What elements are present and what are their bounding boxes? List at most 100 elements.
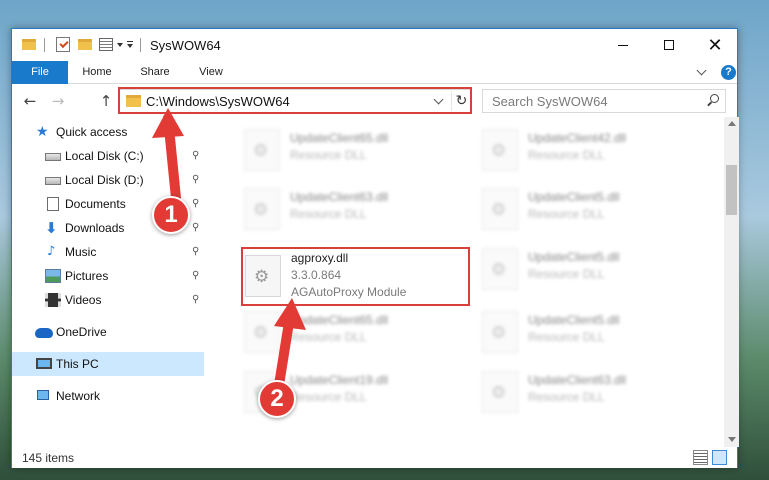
file-item-agproxy[interactable]: agproxy.dll 3.3.0.864 AGAutoProxy Module <box>245 251 475 305</box>
file-item[interactable]: UpdateClient5.dll Resource DLL <box>482 188 712 234</box>
file-name: UpdateClient65.dll <box>290 131 389 145</box>
dll-file-icon <box>482 248 518 290</box>
sidebar-item-videos[interactable]: Videos ⚲ <box>12 288 204 312</box>
file-type: Resource DLL <box>528 148 605 162</box>
dll-file-icon <box>244 188 280 230</box>
file-description: AGAutoProxy Module <box>291 285 407 299</box>
new-folder-icon[interactable] <box>78 39 92 50</box>
sidebar-item-label: Documents <box>65 197 126 211</box>
sidebar-item-onedrive[interactable]: OneDrive <box>12 320 204 344</box>
pictures-icon <box>45 269 61 283</box>
separator <box>44 38 45 52</box>
properties-check-icon[interactable] <box>56 37 70 52</box>
address-highlight-box <box>118 87 472 114</box>
pin-icon[interactable]: ⚲ <box>192 294 199 305</box>
sidebar-item-this-pc[interactable]: This PC <box>12 352 204 376</box>
file-name: UpdateClient5.dll <box>528 250 620 264</box>
file-item[interactable]: UpdateClient65.dll Resource DLL <box>244 129 474 175</box>
file-name: UpdateClient5.dll <box>528 313 620 327</box>
sidebar-item-network[interactable]: Network <box>12 384 204 408</box>
onedrive-icon <box>35 328 53 338</box>
close-button[interactable]: ✕ <box>692 29 738 61</box>
scroll-up-icon[interactable] <box>728 121 736 126</box>
sidebar-item-label: Downloads <box>65 221 125 235</box>
step-badge-1: 1 <box>152 196 190 234</box>
maximize-icon <box>664 40 674 50</box>
dll-file-icon <box>245 255 281 297</box>
minimize-icon <box>618 44 628 46</box>
sidebar-item-label: Quick access <box>56 125 128 139</box>
sidebar-item-quick-access[interactable]: ★ Quick access <box>12 120 204 144</box>
dll-file-icon <box>244 129 280 171</box>
sidebar-item-label: OneDrive <box>56 325 107 339</box>
search-icon[interactable] <box>707 94 719 105</box>
help-icon[interactable]: ? <box>721 65 736 80</box>
file-version: 3.3.0.864 <box>291 268 342 282</box>
file-name: agproxy.dll <box>291 251 349 265</box>
window-title: SysWOW64 <box>150 38 221 53</box>
minimize-button[interactable] <box>600 29 646 61</box>
pin-icon[interactable]: ⚲ <box>192 150 199 161</box>
scroll-thumb[interactable] <box>726 165 737 215</box>
forward-button[interactable]: → <box>48 91 68 111</box>
status-bar: 145 items <box>12 447 737 468</box>
sidebar-item-label: Local Disk (D:) <box>65 173 144 187</box>
vertical-scrollbar[interactable] <box>724 117 739 447</box>
pin-icon[interactable]: ⚲ <box>192 246 199 257</box>
dll-file-icon <box>482 311 518 353</box>
properties-icon[interactable] <box>99 38 113 51</box>
file-name: UpdateClient63.dll <box>290 190 389 204</box>
sidebar-item-pictures[interactable]: Pictures ⚲ <box>12 264 204 288</box>
scroll-down-icon[interactable] <box>728 437 736 442</box>
file-name: UpdateClient42.dll <box>528 131 627 145</box>
explorer-window: SysWOW64 ✕ File Home Share View ? ← → ↑ … <box>11 28 739 468</box>
pin-icon[interactable]: ⚲ <box>192 174 199 185</box>
file-item[interactable]: UpdateClient42.dll Resource DLL <box>482 129 712 175</box>
sidebar-item-local-disk-c[interactable]: Local Disk (C:) ⚲ <box>12 144 204 168</box>
tab-share[interactable]: Share <box>132 61 178 84</box>
file-item[interactable]: UpdateClient5.dll Resource DLL <box>482 311 712 357</box>
up-button[interactable]: ↑ <box>96 91 116 111</box>
drive-icon <box>45 153 61 161</box>
file-item[interactable]: UpdateClient5.dll Resource DLL <box>482 248 712 294</box>
file-type: Resource DLL <box>290 207 367 221</box>
file-item[interactable]: UpdateClient63.dll Resource DLL <box>244 188 474 234</box>
search-input[interactable] <box>483 90 693 112</box>
file-name: UpdateClient5.dll <box>528 190 620 204</box>
sidebar-item-local-disk-d[interactable]: Local Disk (D:) ⚲ <box>12 168 204 192</box>
large-icons-view-icon[interactable] <box>712 450 727 465</box>
file-name: UpdateClient63.dll <box>528 373 627 387</box>
videos-icon <box>45 293 61 307</box>
navigation-pane: ★ Quick access Local Disk (C:) ⚲ Local D… <box>12 117 204 447</box>
customize-toolbar-icon[interactable] <box>127 41 133 49</box>
network-icon <box>37 390 49 400</box>
music-icon: ♪ <box>47 244 56 259</box>
pin-icon[interactable]: ⚲ <box>192 198 199 209</box>
tab-home[interactable]: Home <box>74 61 120 84</box>
pin-icon[interactable]: ⚲ <box>192 222 199 233</box>
ribbon-tabs: File Home Share View ? <box>12 61 737 84</box>
step-badge-2: 2 <box>258 380 296 418</box>
details-view-icon[interactable] <box>693 450 708 465</box>
dll-file-icon <box>482 129 518 171</box>
back-button[interactable]: ← <box>20 91 40 111</box>
file-type: Resource DLL <box>528 207 605 221</box>
documents-icon <box>47 197 59 211</box>
expand-ribbon-icon[interactable] <box>696 65 707 76</box>
separator <box>140 38 141 52</box>
file-item[interactable]: UpdateClient65.dll Resource DLL <box>244 311 474 357</box>
chevron-down-icon[interactable] <box>117 43 123 47</box>
item-count: 145 items <box>22 451 75 465</box>
search-box[interactable] <box>482 89 726 113</box>
pin-icon[interactable]: ⚲ <box>192 270 199 281</box>
close-icon: ✕ <box>707 34 723 56</box>
file-item[interactable]: UpdateClient63.dll Resource DLL <box>482 371 712 417</box>
sidebar-item-music[interactable]: ♪ Music ⚲ <box>12 240 204 264</box>
dll-file-icon <box>244 311 280 353</box>
tab-file[interactable]: File <box>12 61 68 84</box>
maximize-button[interactable] <box>646 29 692 61</box>
file-type: Resource DLL <box>528 267 605 281</box>
tab-view[interactable]: View <box>188 61 234 84</box>
dll-file-icon <box>482 188 518 230</box>
file-name: UpdateClient19.dll <box>290 373 389 387</box>
